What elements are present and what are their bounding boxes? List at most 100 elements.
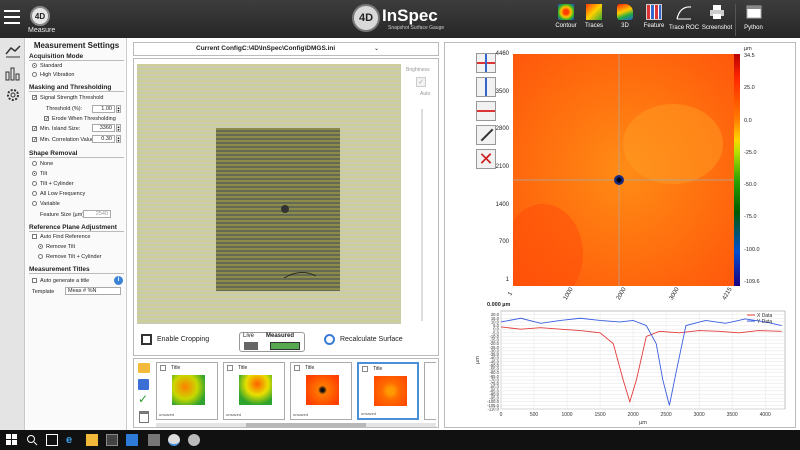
- 3d-surface-icon: [617, 4, 633, 20]
- heatmap-y-tick: 700: [498, 239, 509, 246]
- windows-taskbar: e: [0, 430, 800, 450]
- thumbnail-item[interactable]: Title unsaved: [290, 362, 352, 420]
- measurement-settings-panel: Measurement Settings Acquisition Mode St…: [26, 38, 127, 430]
- gear-icon[interactable]: [4, 86, 22, 104]
- task-view-icon[interactable]: [46, 434, 58, 446]
- recalculate-icon: [324, 334, 335, 345]
- heatmap-y-tick: 4460: [495, 51, 509, 57]
- thumbnail-scrollbar[interactable]: [156, 423, 436, 427]
- thumbnail-item[interactable]: Title unsaved: [156, 362, 218, 420]
- min-island-checkbox[interactable]: ✓ Min. Island Size:: [32, 126, 80, 132]
- app-logo: 4D InSpec Snapshot Surface Gauge: [352, 4, 462, 34]
- inspec-task-icon[interactable]: [168, 434, 180, 446]
- shape-removal-heading: Shape Removal: [29, 150, 124, 158]
- reference-plane-heading: Reference Plane Adjustment: [29, 224, 124, 232]
- recalculate-label: Recalculate Surface: [340, 336, 403, 343]
- shape-tilt-radio[interactable]: Tilt: [32, 171, 47, 177]
- folder-icon[interactable]: [138, 363, 150, 373]
- feature-size-input[interactable]: 2540: [83, 210, 111, 218]
- python-button[interactable]: Python: [735, 4, 771, 36]
- threshold-stepper[interactable]: ▴ ▾: [116, 105, 121, 113]
- surface-heatmap[interactable]: [513, 54, 737, 286]
- screenshot-button[interactable]: Screenshot: [699, 4, 735, 36]
- crop-icon: [141, 334, 152, 345]
- acq-standard-radio[interactable]: Standard: [32, 63, 62, 69]
- trace-roc-label: Trace ROC: [668, 25, 700, 31]
- shape-variable-radio[interactable]: Variable: [32, 201, 60, 207]
- heatmap-y-tick: 2100: [495, 164, 509, 170]
- enable-cropping-label: Enable Cropping: [157, 336, 210, 343]
- min-correlation-input[interactable]: 0.30: [92, 135, 115, 143]
- windows-start-icon[interactable]: [6, 434, 18, 446]
- signal-strength-checkbox[interactable]: ✓ Signal Strength Threshold: [32, 95, 104, 101]
- feature-icon: [646, 4, 662, 20]
- min-correlation-stepper[interactable]: ▴ ▾: [116, 135, 121, 143]
- camera-image[interactable]: [137, 64, 401, 324]
- min-island-input[interactable]: 3360: [92, 124, 115, 132]
- horizontal-line-tool-icon[interactable]: [476, 101, 496, 121]
- min-correlation-checkbox[interactable]: ✓ Min. Correlation Value:: [32, 137, 96, 143]
- x-tick-label: 500: [530, 412, 539, 418]
- brightness-slider[interactable]: [421, 109, 423, 321]
- shape-none-radio[interactable]: None: [32, 161, 53, 167]
- measurement-thumbnails: ✓ Title unsaved Title unsaved Title unsa…: [133, 358, 439, 428]
- trace-roc-button[interactable]: Trace ROC: [666, 4, 702, 36]
- file-explorer-icon[interactable]: [86, 434, 98, 446]
- measured-label: Measured: [266, 333, 295, 339]
- trace-roc-icon: [676, 6, 692, 20]
- app-icon[interactable]: [148, 434, 160, 446]
- auto-brightness-checkbox[interactable]: ✓: [416, 77, 426, 87]
- live-measured-toggle[interactable]: Live Measured: [239, 332, 305, 352]
- measure-label: Measure: [28, 27, 56, 34]
- thumbnail-item-partial[interactable]: [424, 362, 436, 420]
- edge-browser-icon[interactable]: e: [66, 434, 78, 446]
- camera-image-panel: Brightness ✓ Auto Enable Cropping Live M…: [133, 58, 439, 356]
- x-axis-label: µm: [639, 420, 647, 425]
- config-selector[interactable]: Current Config: C:\4D\InSpec\Config\DMGS…: [133, 42, 439, 56]
- chevron-down-icon[interactable]: ⌄: [374, 43, 379, 55]
- measurement-titles-heading: Measurement Titles: [29, 266, 124, 274]
- colorbar-tick: -75.0: [744, 214, 757, 221]
- threshold-input[interactable]: 1.00: [92, 105, 115, 113]
- bar-chart-icon[interactable]: [4, 64, 22, 82]
- checkmark-icon[interactable]: ✓: [138, 393, 150, 405]
- recalculate-surface-button[interactable]: Recalculate Surface: [324, 334, 403, 345]
- save-icon[interactable]: [138, 379, 149, 390]
- threshold-label: Threshold (%):: [46, 106, 83, 112]
- search-icon[interactable]: [26, 434, 38, 446]
- shape-all-low-frequency-radio[interactable]: All Low Frequency: [32, 191, 85, 197]
- feature-size-label: Feature Size (µm): [40, 212, 85, 218]
- auto-find-reference-checkbox[interactable]: Auto Find Reference: [32, 234, 90, 240]
- trash-icon[interactable]: [139, 411, 149, 423]
- heatmap-x-tick: 1: [507, 291, 515, 297]
- shape-tilt-cylinder-radio[interactable]: Tilt + Cylinder: [32, 181, 74, 187]
- camera-icon: [244, 342, 258, 350]
- heatmap-y-tick: 3500: [495, 88, 509, 95]
- enable-cropping-button[interactable]: Enable Cropping: [141, 334, 210, 345]
- legend-label: Y Data: [757, 319, 772, 325]
- terminal-icon: [746, 5, 761, 19]
- colorbar-unit: µm: [744, 46, 752, 52]
- info-icon[interactable]: i: [114, 276, 123, 285]
- measure-button[interactable]: 4D: [30, 6, 50, 26]
- remove-tilt-cylinder-radio[interactable]: Remove Tilt + Cylinder: [38, 254, 101, 260]
- template-input[interactable]: Meas # %N: [65, 287, 121, 295]
- masking-heading: Masking and Thresholding: [29, 84, 124, 92]
- chart-title: 0.000 µm: [487, 302, 510, 308]
- profile-line-chart[interactable]: 20.015.010.05.00.0-5.0-10.0-15.0-20.0-25…: [473, 299, 793, 425]
- remove-tilt-radio[interactable]: Remove Tilt: [38, 244, 75, 250]
- min-island-stepper[interactable]: ▴ ▾: [116, 124, 121, 132]
- auto-generate-title-checkbox[interactable]: Auto generate a title: [32, 278, 89, 284]
- store-icon[interactable]: [106, 434, 118, 446]
- app-task-icon[interactable]: [188, 434, 200, 446]
- thumbnail-item-selected[interactable]: Title unsaved: [357, 362, 419, 420]
- hamburger-menu-icon[interactable]: [4, 10, 20, 24]
- thumbnail-item[interactable]: Title unsaved: [223, 362, 285, 420]
- results-panel: ✕ µm 20.0 15.0 10.0 5.0 0.0 -5.0 -10.0 -15.0 -20…: [444, 42, 796, 428]
- mail-icon[interactable]: [126, 434, 138, 446]
- surface-icon[interactable]: [4, 42, 22, 60]
- erode-checkbox[interactable]: ✓ Erode When Thresholding: [44, 116, 116, 122]
- x-tick-label: 1500: [595, 412, 606, 418]
- logo-badge: 4D: [352, 4, 380, 32]
- acq-high-vibration-radio[interactable]: High Vibration: [32, 72, 74, 78]
